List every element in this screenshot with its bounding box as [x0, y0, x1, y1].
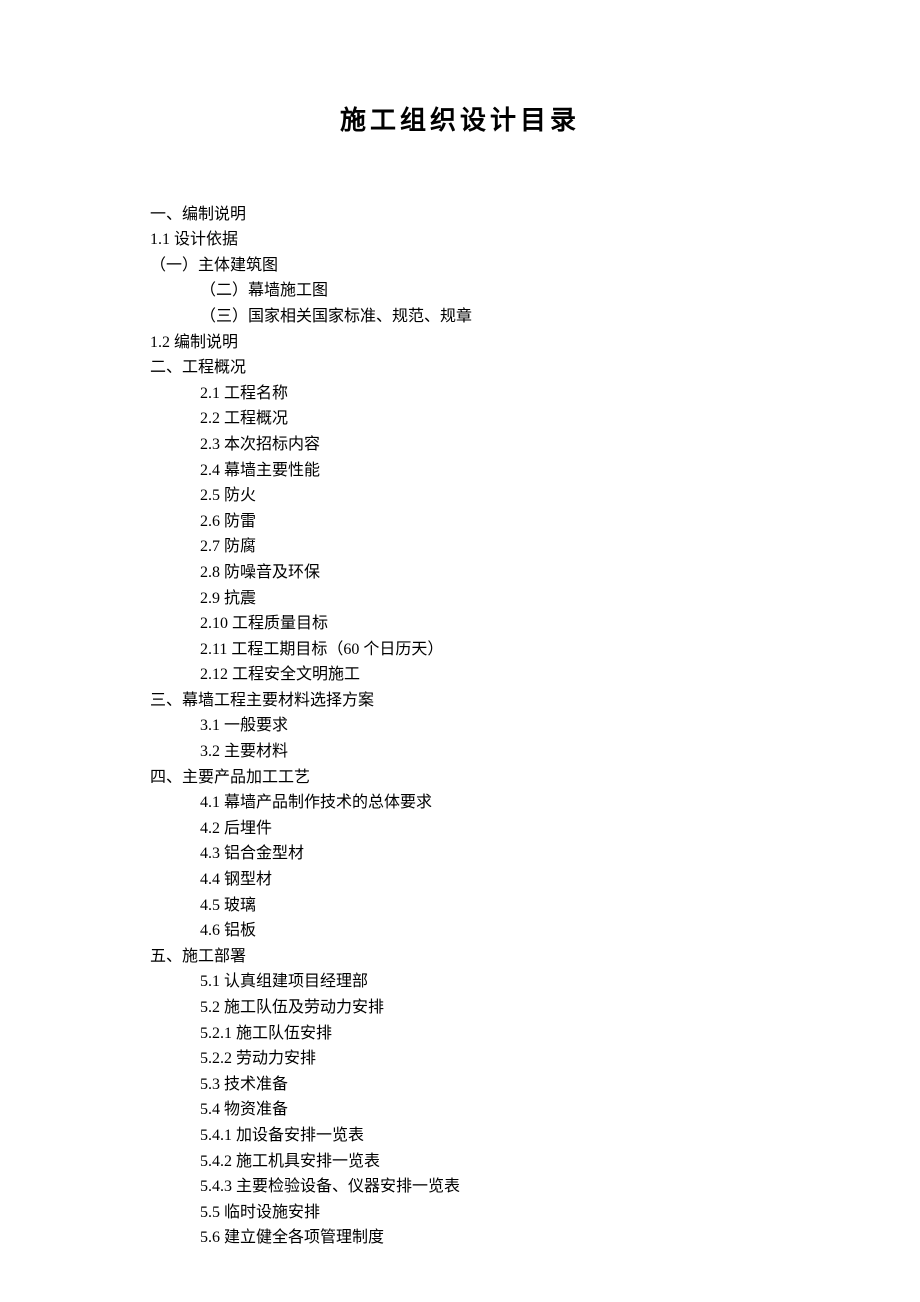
- toc-line: 1.2 编制说明: [150, 330, 770, 356]
- toc-line: （一）主体建筑图: [150, 253, 770, 279]
- toc-line: 5.5 临时设施安排: [150, 1200, 770, 1226]
- toc-line: 2.3 本次招标内容: [150, 432, 770, 458]
- toc-line: 1.1 设计依据: [150, 227, 770, 253]
- toc-line: 2.11 工程工期目标（60 个日历天）: [150, 637, 770, 663]
- toc-line: 2.4 幕墙主要性能: [150, 458, 770, 484]
- toc-line: 4.4 钢型材: [150, 867, 770, 893]
- toc-line: 2.7 防腐: [150, 534, 770, 560]
- table-of-contents: 一、编制说明1.1 设计依据（一）主体建筑图（二）幕墙施工图（三）国家相关国家标…: [150, 202, 770, 1251]
- toc-line: 四、主要产品加工工艺: [150, 765, 770, 791]
- document-title: 施工组织设计目录: [150, 100, 770, 142]
- toc-line: 5.4 物资准备: [150, 1097, 770, 1123]
- toc-line: 5.3 技术准备: [150, 1072, 770, 1098]
- toc-line: 二、工程概况: [150, 355, 770, 381]
- toc-line: 一、编制说明: [150, 202, 770, 228]
- toc-line: 2.8 防噪音及环保: [150, 560, 770, 586]
- toc-line: 4.1 幕墙产品制作技术的总体要求: [150, 790, 770, 816]
- toc-line: 3.2 主要材料: [150, 739, 770, 765]
- toc-line: 5.4.2 施工机具安排一览表: [150, 1149, 770, 1175]
- toc-line: 3.1 一般要求: [150, 713, 770, 739]
- toc-line: 4.3 铝合金型材: [150, 841, 770, 867]
- toc-line: 2.12 工程安全文明施工: [150, 662, 770, 688]
- toc-line: 4.5 玻璃: [150, 893, 770, 919]
- toc-line: 2.9 抗震: [150, 586, 770, 612]
- toc-line: 2.6 防雷: [150, 509, 770, 535]
- toc-line: 4.2 后埋件: [150, 816, 770, 842]
- toc-line: 5.2.1 施工队伍安排: [150, 1021, 770, 1047]
- toc-line: 五、施工部署: [150, 944, 770, 970]
- toc-line: 2.5 防火: [150, 483, 770, 509]
- toc-line: 5.6 建立健全各项管理制度: [150, 1225, 770, 1251]
- toc-line: 4.6 铝板: [150, 918, 770, 944]
- toc-line: （二）幕墙施工图: [150, 278, 770, 304]
- toc-line: 2.1 工程名称: [150, 381, 770, 407]
- toc-line: 2.10 工程质量目标: [150, 611, 770, 637]
- toc-line: 2.2 工程概况: [150, 406, 770, 432]
- toc-line: 5.4.1 加设备安排一览表: [150, 1123, 770, 1149]
- toc-line: （三）国家相关国家标准、规范、规章: [150, 304, 770, 330]
- toc-line: 5.1 认真组建项目经理部: [150, 969, 770, 995]
- toc-line: 5.2.2 劳动力安排: [150, 1046, 770, 1072]
- toc-line: 5.4.3 主要检验设备、仪器安排一览表: [150, 1174, 770, 1200]
- toc-line: 5.2 施工队伍及劳动力安排: [150, 995, 770, 1021]
- toc-line: 三、幕墙工程主要材料选择方案: [150, 688, 770, 714]
